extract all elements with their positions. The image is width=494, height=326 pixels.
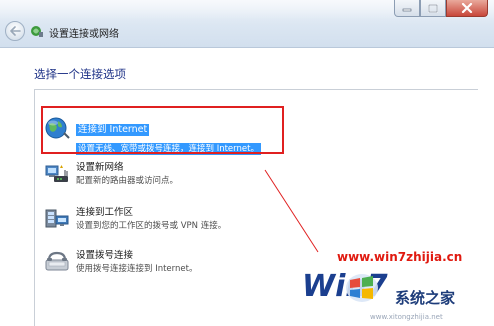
watermark-sub: www.xitongzhijia.net — [370, 313, 443, 321]
watermark-brand: 系统之家 — [395, 289, 456, 307]
win7-logo-icon: Win7 — [302, 269, 388, 304]
annotation-arrow-line — [264, 169, 319, 253]
